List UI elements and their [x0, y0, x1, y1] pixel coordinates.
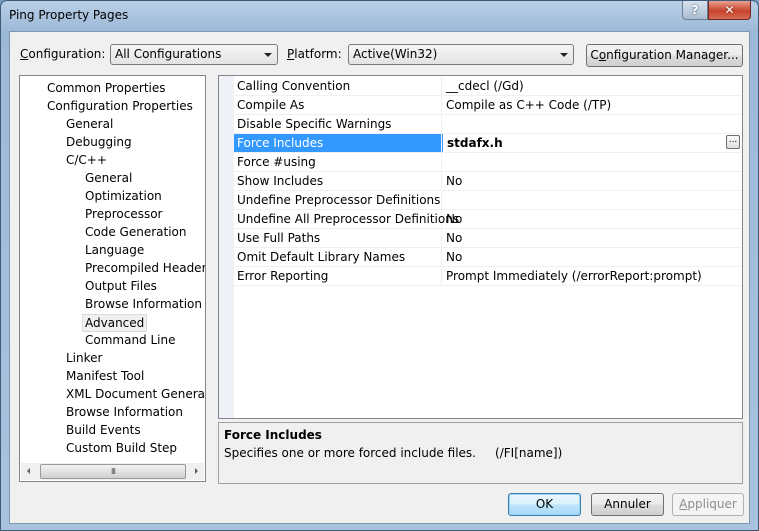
grid-gutter	[219, 76, 234, 418]
description-text: Specifies one or more forced include fil…	[224, 446, 563, 460]
property-value[interactable]: __cdecl (/Gd)	[442, 77, 742, 95]
tree-item[interactable]: Build Events	[63, 421, 144, 439]
help-button[interactable]: ?	[682, 1, 708, 20]
property-value-text: No	[446, 212, 463, 226]
property-value-text: No	[446, 231, 463, 245]
title-bar[interactable]: Ping Property Pages ? ✕	[1, 1, 758, 31]
property-value[interactable]: Compile as C++ Code (/TP)	[442, 96, 742, 114]
property-name: Force Includes	[234, 134, 442, 152]
tree-item[interactable]: Browse Information	[82, 295, 205, 313]
close-button[interactable]: ✕	[708, 1, 751, 20]
property-value-text: Prompt Immediately (/errorReport:prompt)	[446, 269, 702, 283]
ok-button[interactable]: OK	[508, 493, 581, 516]
property-grid[interactable]: Calling Convention __cdecl (/Gd) Compile A…	[218, 75, 743, 419]
property-row[interactable]: Error Reporting Prompt Immediately (/erro…	[234, 267, 742, 286]
property-row[interactable]: Undefine All Preprocessor Definitions No	[234, 210, 742, 229]
property-name: Disable Specific Warnings	[234, 115, 442, 133]
scroll-thumb[interactable]: III	[40, 464, 186, 479]
configuration-value: All Configurations	[115, 47, 222, 61]
property-tree[interactable]: Custom Build Step Build Events Browse Info…	[19, 75, 206, 482]
property-row[interactable]: Compile As Compile as C++ Code (/TP)	[234, 96, 742, 115]
property-name: Calling Convention	[234, 77, 442, 95]
cancel-button[interactable]: Annuler	[591, 493, 664, 516]
browse-ellipsis-button[interactable]: ...	[726, 135, 740, 149]
property-name: Undefine Preprocessor Definitions	[234, 191, 442, 209]
property-value[interactable]	[442, 191, 742, 209]
tree-item[interactable]: Debugging	[63, 133, 135, 151]
property-value[interactable]	[442, 153, 742, 171]
tree-item[interactable]: Configuration Properties	[44, 97, 196, 115]
property-value[interactable]: No	[442, 229, 742, 247]
property-name: Undefine All Preprocessor Definitions	[234, 210, 459, 228]
tree-item[interactable]: Browse Information	[63, 403, 186, 421]
tree-item[interactable]: Output Files	[82, 277, 160, 295]
tree-item[interactable]: General	[63, 115, 116, 133]
property-value-text: stdafx.h	[447, 136, 503, 150]
property-row[interactable]: Force Includes stdafx.h...	[234, 134, 742, 153]
property-name: Show Includes	[234, 172, 442, 190]
property-name: Omit Default Library Names	[234, 248, 442, 266]
tree-horizontal-scrollbar[interactable]: III	[21, 463, 204, 480]
property-value[interactable]	[442, 115, 742, 133]
dialog-client-area: Configuration: All Configurations Platfo…	[9, 31, 750, 524]
tree-item[interactable]: Preprocessor	[82, 205, 165, 223]
property-name: Compile As	[234, 96, 442, 114]
grip-icon: III	[110, 467, 116, 476]
tree-item[interactable]: Common Properties	[44, 79, 169, 97]
property-row[interactable]: Use Full Paths No	[234, 229, 742, 248]
tree-item[interactable]: Manifest Tool	[63, 367, 147, 385]
property-value[interactable]: Prompt Immediately (/errorReport:prompt)	[442, 267, 742, 285]
property-value[interactable]: No	[442, 248, 742, 266]
property-row[interactable]: Show Includes No	[234, 172, 742, 191]
chevron-down-icon	[264, 53, 272, 57]
close-icon: ✕	[724, 3, 735, 17]
apply-button[interactable]: Appliquer	[672, 493, 744, 516]
tree-item[interactable]: Advanced	[82, 314, 148, 332]
property-name: Use Full Paths	[234, 229, 442, 247]
scroll-right-icon[interactable]	[195, 468, 198, 474]
platform-value: Active(Win32)	[353, 47, 438, 61]
description-title: Force Includes	[224, 428, 322, 442]
property-value-text: No	[446, 250, 463, 264]
property-name: Error Reporting	[234, 267, 442, 285]
configuration-dropdown[interactable]: All Configurations	[110, 44, 278, 65]
tree-item[interactable]: Optimization	[82, 187, 165, 205]
chevron-down-icon	[560, 53, 568, 57]
configuration-manager-button[interactable]: Configuration Manager...	[586, 44, 743, 67]
property-row[interactable]: Calling Convention __cdecl (/Gd)	[234, 77, 742, 96]
scroll-left-icon[interactable]	[27, 468, 30, 474]
property-value-text: No	[446, 174, 463, 188]
tree-item[interactable]: Custom Build Step	[63, 439, 180, 457]
property-value[interactable]: No	[442, 210, 742, 228]
platform-label: Platform:	[287, 47, 342, 61]
property-value-text: __cdecl (/Gd)	[446, 79, 524, 93]
platform-dropdown[interactable]: Active(Win32)	[348, 44, 574, 65]
tree-item[interactable]: Linker	[63, 349, 105, 367]
property-row[interactable]: Omit Default Library Names No	[234, 248, 742, 267]
property-row[interactable]: Force #using	[234, 153, 742, 172]
configuration-label: Configuration:	[20, 47, 106, 61]
property-row[interactable]: Disable Specific Warnings	[234, 115, 742, 134]
tree-item[interactable]: Code Generation	[82, 223, 189, 241]
description-panel: Force Includes Specifies one or more for…	[218, 422, 743, 484]
tree-item[interactable]: General	[82, 169, 135, 187]
property-value[interactable]: No	[442, 172, 742, 190]
tree-item[interactable]: Command Line	[82, 331, 179, 349]
tree-item[interactable]: Precompiled Headers	[82, 259, 205, 277]
property-name: Force #using	[234, 153, 442, 171]
window-title: Ping Property Pages	[9, 8, 129, 22]
property-value[interactable]: stdafx.h...	[442, 134, 742, 152]
tree-item[interactable]: Language	[82, 241, 147, 259]
help-icon: ?	[691, 3, 699, 17]
property-row[interactable]: Undefine Preprocessor Definitions	[234, 191, 742, 210]
property-pages-window: Ping Property Pages ? ✕ Configuration: A…	[0, 0, 759, 531]
tree-item[interactable]: XML Document Generator	[63, 385, 205, 403]
tree-item[interactable]: C/C++	[63, 151, 110, 169]
property-value-text: Compile as C++ Code (/TP)	[446, 98, 612, 112]
